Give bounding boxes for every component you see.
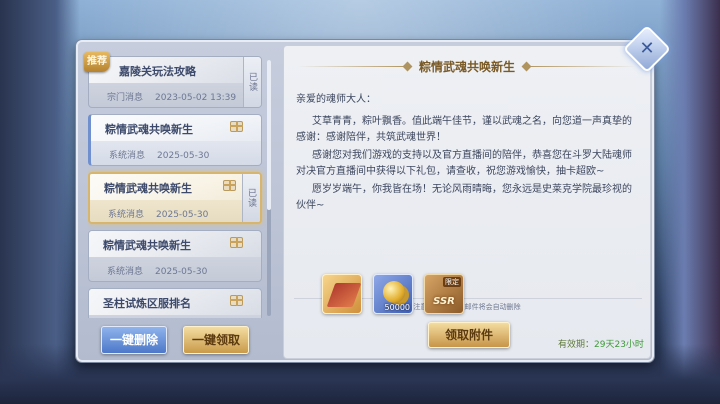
- claim-attachment-button[interactable]: 领取附件: [428, 322, 510, 348]
- mail-item-date: 2025-05-30: [157, 151, 210, 161]
- mail-item-meta: 系统消息 2025-05-30: [107, 264, 207, 277]
- mail-item-date: 2025-05-30: [156, 210, 209, 220]
- mail-list-item[interactable]: 嘉陵关玩法攻略 宗门消息 2023-05-02 13:39 已读: [88, 56, 262, 108]
- limited-badge: 限定: [443, 277, 461, 287]
- attachment-gold-coins[interactable]: 50000: [373, 274, 413, 314]
- ssr-label: SSR: [433, 296, 455, 307]
- mail-item-meta: 系统消息 2025-05-30: [108, 207, 208, 220]
- validity-value: 29天23小时: [594, 340, 644, 350]
- gift-icon: [230, 295, 243, 306]
- ribbon-icon: [326, 283, 361, 307]
- scrollbar-thumb[interactable]: [267, 60, 271, 210]
- close-icon[interactable]: ✕: [630, 32, 664, 66]
- mail-item-title: 圣柱试炼区服排名: [103, 297, 191, 310]
- mail-list-item[interactable]: 粽情武魂共唤新生 系统消息 2025-05-30: [88, 230, 262, 282]
- mail-item-title: 粽情武魂共唤新生: [104, 182, 192, 195]
- read-status-tag: 已读: [242, 174, 260, 222]
- mail-list-item[interactable]: 圣柱试炼区服排名: [88, 288, 262, 318]
- validity-info: 有效期：29天23小时: [558, 337, 644, 350]
- mail-item-title: 粽情武魂共唤新生: [105, 123, 193, 136]
- gift-icon: [223, 180, 236, 191]
- delete-all-button[interactable]: 一键删除: [101, 326, 167, 354]
- mail-item-meta: 宗门消息 2023-05-02 13:39: [107, 90, 236, 103]
- mail-paragraph: 愿岁岁端午，你我皆在场！无论风雨晴晦，您永远是史莱克学院最珍视的伙伴~: [296, 184, 632, 211]
- mail-item-date: 2025-05-30: [155, 267, 208, 277]
- attachment-count: 50000: [384, 303, 410, 312]
- read-status-tag: 已读: [243, 57, 261, 107]
- mail-list-item-selected[interactable]: 粽情武魂共唤新生 系统消息 2025-05-30 已读: [88, 172, 262, 224]
- gold-coin-icon: [383, 281, 405, 303]
- attachment-ssr-card[interactable]: 限定 SSR: [424, 274, 464, 314]
- mail-item-title: 粽情武魂共唤新生: [103, 239, 191, 252]
- mail-item-source: 宗门消息: [107, 93, 144, 103]
- mail-item-source: 系统消息: [109, 151, 146, 161]
- gift-icon: [230, 237, 243, 248]
- mail-item-source: 系统消息: [108, 210, 145, 220]
- mail-title-bar: 粽情武魂共唤新生: [284, 54, 650, 80]
- mail-list-item[interactable]: 粽情武魂共唤新生 系统消息 2025-05-30: [88, 114, 262, 166]
- mail-paragraph: 感谢您对我们游戏的支持以及官方直播间的陪伴，恭喜您在斗罗大陆魂师对决官方直播间中…: [296, 150, 632, 177]
- mail-paragraph: 艾草青青，粽叶飘香。值此端午佳节，谨以武魂之名，向您道一声真挚的感谢：感谢陪伴，…: [296, 116, 632, 143]
- mail-greeting: 亲爱的魂师大人：: [296, 94, 376, 105]
- mail-item-source: 系统消息: [107, 267, 144, 277]
- pinned-ribbon: 推荐: [84, 52, 110, 72]
- mail-list-scrollbar[interactable]: [267, 60, 271, 316]
- mail-item-title: 嘉陵关玩法攻略: [119, 65, 196, 78]
- claim-all-button[interactable]: 一键领取: [183, 326, 249, 354]
- title-ornament-right: [526, 66, 636, 67]
- mail-body: 亲爱的魂师大人： 艾草青青，粽叶飘香。值此端午佳节，谨以武魂之名，向您道一声真挚…: [296, 92, 640, 216]
- mail-item-date: 2023-05-02 13:39: [155, 93, 237, 103]
- mail-item-meta: 系统消息 2025-05-30: [109, 148, 209, 161]
- attachment-ribbon-item[interactable]: [322, 274, 362, 314]
- validity-label: 有效期：: [558, 340, 595, 350]
- gift-icon: [230, 121, 243, 132]
- mail-list: 嘉陵关玩法攻略 宗门消息 2023-05-02 13:39 已读 粽情武魂共唤新生…: [88, 56, 266, 318]
